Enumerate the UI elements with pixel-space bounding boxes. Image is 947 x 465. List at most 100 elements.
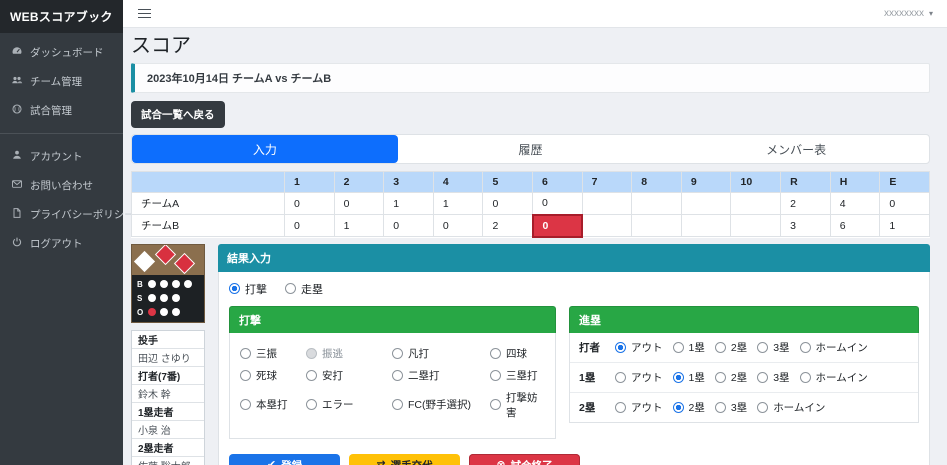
sidebar-item[interactable]: チーム管理: [0, 67, 123, 96]
advance-option[interactable]: 3塁: [715, 400, 747, 415]
radio-button[interactable]: [757, 342, 768, 353]
advance-row: 1塁アウト1塁2塁3塁ホームイン: [570, 363, 918, 393]
advance-option[interactable]: アウト: [615, 400, 663, 415]
radio-button[interactable]: [229, 283, 240, 294]
radio-button[interactable]: [285, 283, 296, 294]
tab-active[interactable]: 入力: [132, 135, 398, 163]
sidebar-item[interactable]: お問い合わせ: [0, 171, 123, 200]
advance-option[interactable]: 2塁: [715, 340, 747, 355]
batting-option[interactable]: 三塁打: [490, 368, 545, 383]
advance-option[interactable]: 2塁: [673, 400, 705, 415]
radio-button[interactable]: [306, 399, 317, 410]
count-dot: [160, 280, 168, 288]
advance-panel: 進塁 打者アウト1塁2塁3塁ホームイン1塁アウト1塁2塁3塁ホームイン2塁アウト…: [569, 306, 919, 423]
sidebar-item[interactable]: アカウント: [0, 142, 123, 171]
advance-option[interactable]: 3塁: [757, 340, 789, 355]
radio-button[interactable]: [715, 402, 726, 413]
radio-button[interactable]: [392, 370, 403, 381]
radio-label-text: アウト: [631, 370, 663, 385]
sidebar-item[interactable]: 試合管理: [0, 96, 123, 125]
menu-icon[interactable]: [137, 6, 152, 22]
score-cell: 0: [483, 193, 533, 215]
batting-option[interactable]: 二塁打: [392, 368, 486, 383]
end-game-button[interactable]: ⊗試合終了: [469, 454, 580, 465]
advance-option[interactable]: 1塁: [673, 370, 705, 385]
batting-option[interactable]: 打撃妨害: [490, 390, 545, 420]
radio-button[interactable]: [240, 370, 251, 381]
score-cell: 1: [384, 193, 434, 215]
user-menu[interactable]: xxxxxxxx ▾: [884, 8, 933, 19]
radio-button[interactable]: [673, 372, 684, 383]
batting-option[interactable]: 三振: [240, 346, 302, 361]
batting-option[interactable]: 死球: [240, 368, 302, 383]
advance-option[interactable]: 3塁: [757, 370, 789, 385]
player-role: 1塁走者: [132, 403, 204, 421]
substitute-player-button[interactable]: ⇄選手交代: [349, 454, 460, 465]
score-cell: 0: [334, 193, 384, 215]
sidebar-item[interactable]: プライバシーポリシー: [0, 200, 123, 229]
radio-button[interactable]: [490, 348, 501, 359]
back-to-games-button[interactable]: 試合一覧へ戻る: [131, 101, 225, 128]
score-cell: 0: [285, 215, 335, 237]
advance-option[interactable]: アウト: [615, 340, 663, 355]
advance-option[interactable]: アウト: [615, 370, 663, 385]
batting-option[interactable]: 安打: [306, 368, 388, 383]
tab-item[interactable]: 履歴: [398, 135, 664, 163]
field-status: BSO: [131, 244, 205, 323]
team-name: チームB: [132, 215, 285, 237]
radio-button[interactable]: [800, 342, 811, 353]
radio-button[interactable]: [490, 370, 501, 381]
sidebar-item[interactable]: ログアウト: [0, 229, 123, 258]
radio-button[interactable]: [392, 348, 403, 359]
batting-option[interactable]: 本塁打: [240, 390, 302, 420]
radio-button[interactable]: [240, 399, 251, 410]
radio-button[interactable]: [673, 402, 684, 413]
count-label: S: [137, 294, 144, 303]
score-cell: 3: [781, 215, 831, 237]
batting-option[interactable]: 凡打: [392, 346, 486, 361]
radio-button[interactable]: [800, 372, 811, 383]
username: xxxxxxxx: [884, 8, 924, 19]
score-header-cell: R: [781, 172, 831, 193]
count-dot: [148, 294, 156, 302]
score-cell: 2: [781, 193, 831, 215]
score-header-cell: 1: [285, 172, 335, 193]
radio-button[interactable]: [615, 342, 626, 353]
count-row-O: O: [137, 308, 199, 317]
batting-option[interactable]: FC(野手選択): [392, 390, 486, 420]
advance-option[interactable]: 1塁: [673, 340, 705, 355]
register-button[interactable]: ✔登録: [229, 454, 340, 465]
count-dot: [184, 280, 192, 288]
radio-button[interactable]: [615, 402, 626, 413]
advance-option[interactable]: ホームイン: [757, 400, 825, 415]
mode-option[interactable]: 打撃: [229, 281, 267, 297]
radio-label-text: 凡打: [408, 346, 429, 361]
radio-button[interactable]: [757, 402, 768, 413]
batting-option[interactable]: エラー: [306, 390, 388, 420]
tab-item[interactable]: メンバー表: [663, 135, 929, 163]
radio-button[interactable]: [615, 372, 626, 383]
radio-label-text: 振逃: [322, 346, 343, 361]
radio-button: [306, 348, 317, 359]
mode-option[interactable]: 走塁: [285, 281, 323, 297]
batting-option[interactable]: 四球: [490, 346, 545, 361]
radio-button[interactable]: [240, 348, 251, 359]
radio-label-text: アウト: [631, 340, 663, 355]
radio-button[interactable]: [715, 342, 726, 353]
radio-button[interactable]: [392, 399, 403, 410]
radio-button[interactable]: [673, 342, 684, 353]
advance-option[interactable]: 2塁: [715, 370, 747, 385]
advance-option[interactable]: ホームイン: [800, 370, 868, 385]
score-header-cell: H: [830, 172, 880, 193]
radio-button[interactable]: [715, 372, 726, 383]
radio-button[interactable]: [306, 370, 317, 381]
bottom-section: BSO 投手田辺 さゆり打者(7番)鈴木 幹1塁走者小泉 治2塁走者佐藤 聡太郎…: [131, 244, 930, 465]
logout-icon: [11, 236, 23, 251]
radio-button[interactable]: [757, 372, 768, 383]
radio-button[interactable]: [490, 399, 501, 410]
page-title: スコア: [131, 34, 930, 58]
sidebar-item[interactable]: ダッシュボード: [0, 38, 123, 67]
advance-option[interactable]: ホームイン: [800, 340, 868, 355]
score-header-cell: E: [880, 172, 930, 193]
result-input-panel: 結果入力 打撃走塁 打撃 三振死球本塁打振逃安打エラー凡打二塁打FC(野手選択)…: [218, 244, 930, 465]
